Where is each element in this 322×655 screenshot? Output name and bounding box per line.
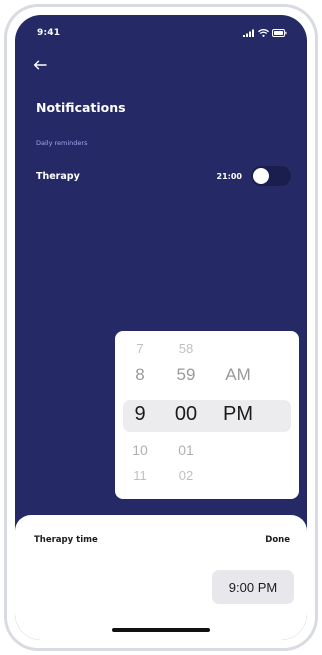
minute-option[interactable]: 58 <box>167 341 205 356</box>
reminder-label: Therapy <box>36 170 80 182</box>
hour-option-selected[interactable]: 9 <box>125 403 155 426</box>
signal-icon <box>243 29 254 37</box>
bottom-sheet: Therapy time Done 9:00 PM <box>15 515 307 640</box>
minute-option[interactable]: 02 <box>167 468 205 483</box>
sheet-title: Therapy time <box>34 535 98 545</box>
reminder-time[interactable]: 21:00 <box>217 172 242 181</box>
section-label: Daily reminders <box>36 139 88 147</box>
done-button[interactable]: Done <box>265 535 290 545</box>
hour-option[interactable]: 7 <box>125 341 155 356</box>
time-picker[interactable]: 7 8 9 10 11 58 59 00 01 02 AM PM <box>115 331 299 499</box>
minute-option[interactable]: 01 <box>167 442 205 458</box>
hour-option[interactable]: 10 <box>125 442 155 458</box>
period-wheel[interactable]: AM PM <box>215 331 261 499</box>
toggle-knob <box>253 168 269 184</box>
period-option[interactable]: AM <box>215 365 261 385</box>
reminder-controls: 21:00 <box>217 166 291 186</box>
status-icons <box>243 29 287 37</box>
status-bar: 9:41 <box>15 15 307 51</box>
sheet-header: Therapy time Done <box>34 533 290 547</box>
minute-option[interactable]: 59 <box>167 365 205 385</box>
phone-frame: 9:41 Notifications Daily reminders Thera… <box>4 4 318 651</box>
hour-option[interactable]: 11 <box>125 468 155 483</box>
battery-icon <box>272 29 287 37</box>
minute-wheel[interactable]: 58 59 00 01 02 <box>167 331 205 499</box>
selected-time-chip[interactable]: 9:00 PM <box>212 570 294 604</box>
home-indicator <box>112 628 210 632</box>
reminder-row-therapy[interactable]: Therapy 21:00 <box>36 165 291 187</box>
reminder-toggle[interactable] <box>251 166 291 186</box>
status-time: 9:41 <box>37 28 61 38</box>
arrow-left-icon <box>33 60 47 70</box>
hour-wheel[interactable]: 7 8 9 10 11 <box>125 331 155 499</box>
back-button[interactable] <box>33 55 57 75</box>
app-screen: 9:41 Notifications Daily reminders Thera… <box>15 15 307 640</box>
phone-bezel: 9:41 Notifications Daily reminders Thera… <box>7 7 315 648</box>
period-option-selected[interactable]: PM <box>215 403 261 426</box>
hour-option[interactable]: 8 <box>125 365 155 385</box>
page-title: Notifications <box>36 100 126 115</box>
minute-option-selected[interactable]: 00 <box>167 403 205 426</box>
wifi-icon <box>258 29 269 37</box>
